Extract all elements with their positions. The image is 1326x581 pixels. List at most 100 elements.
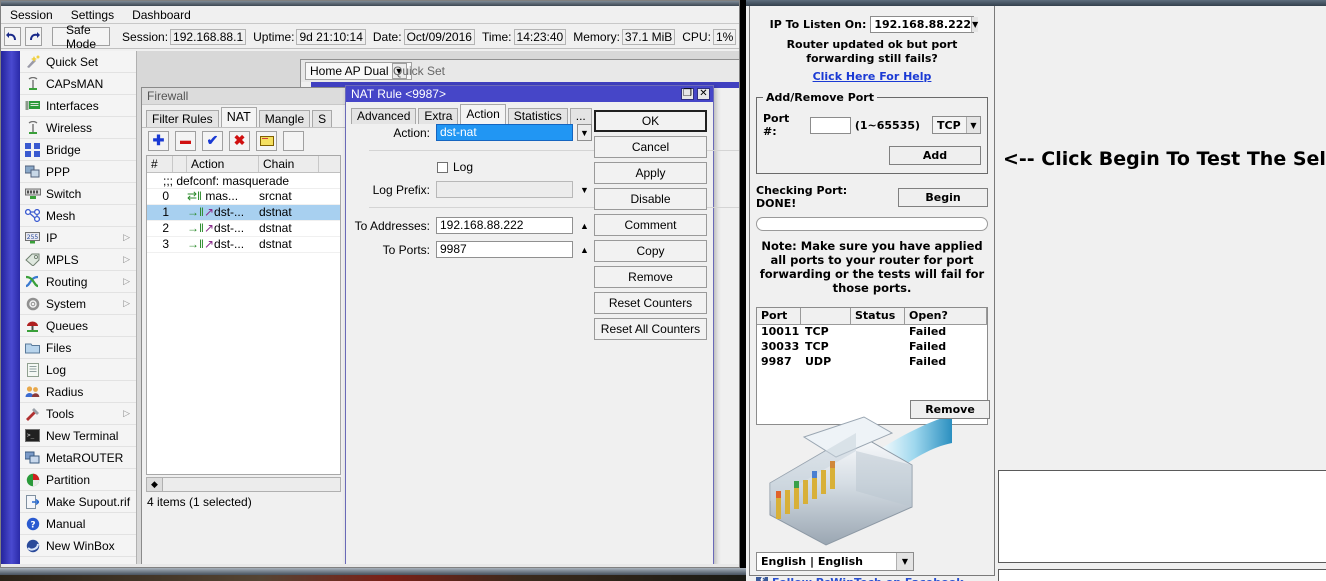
begin-button[interactable]: Begin [898,187,988,207]
pcwintech-log-panel[interactable] [998,470,1326,563]
remove-button[interactable]: Remove [594,266,707,288]
table-row[interactable]: 30033 TCP Failed [757,340,987,355]
chevron-down-icon[interactable]: ▼ [896,553,913,570]
tab-more[interactable]: ... [569,108,592,124]
log-checkbox[interactable] [437,161,448,173]
sidebar-item-switch[interactable]: Switch [20,183,136,205]
facebook-link-row[interactable]: f Follow PcWinTech on Facebook [756,576,964,581]
log-prefix-dropdown-icon[interactable]: ▼ [577,181,592,198]
sidebar-item-queues[interactable]: Queues [20,315,136,337]
sidebar-item-capsman[interactable]: CAPsMAN [20,73,136,95]
protocol-select[interactable]: TCP ▼ [932,116,981,134]
action-input[interactable]: dst-nat [436,124,573,141]
tab-advanced[interactable]: Advanced [351,108,417,124]
ok-button[interactable]: OK [594,110,707,132]
to-ports-input[interactable]: 9987 [436,241,573,258]
tab-statistics[interactable]: Statistics [507,108,568,124]
enable-icon[interactable]: ✔ [202,130,223,151]
undo-icon[interactable] [4,27,21,46]
scroll-left-icon[interactable]: ◆ [147,478,163,491]
firewall-nat-table[interactable]: # Action Chain ;;; defconf: masquerade 0… [146,155,341,475]
copy-button[interactable]: Copy [594,240,707,262]
sidebar-item-radius[interactable]: Radius [20,381,136,403]
sidebar-item-manual[interactable]: ? Manual [20,513,136,535]
to-addresses-expand-icon[interactable]: ▲ [577,217,592,234]
table-row[interactable]: 1 →‖↗dst-... dstnat [147,205,340,221]
filter-icon[interactable] [283,130,304,151]
sidebar-item-mpls[interactable]: MPLS ▷ [20,249,136,271]
disable-icon[interactable]: ✖ [229,130,250,151]
pcwintech-status-panel[interactable] [998,569,1326,581]
sidebar-item-routing[interactable]: Routing ▷ [20,271,136,293]
sidebar-item-ppp[interactable]: PPP [20,161,136,183]
firewall-title: Firewall [142,88,345,105]
table-row[interactable]: 9987 UDP Failed [757,355,987,370]
tab-nat[interactable]: NAT [220,107,257,127]
sidebar-item-make-supout-rif[interactable]: Make Supout.rif [20,491,136,513]
firewall-horizontal-scrollbar[interactable]: ◆ [146,477,341,492]
chevron-down-icon[interactable]: ▼ [966,117,980,133]
disable-button[interactable]: Disable [594,188,707,210]
menu-item-dashboard[interactable]: Dashboard [123,7,200,23]
menu-item-session[interactable]: Session [1,7,62,23]
remove-icon[interactable]: ▬ [175,130,196,151]
reset-counters-button[interactable]: Reset Counters [594,292,707,314]
sidebar-item-new-terminal[interactable]: >_ New Terminal [20,425,136,447]
tab-mangle[interactable]: Mangle [258,110,311,127]
sidebar-item-interfaces[interactable]: Interfaces [20,95,136,117]
table-row[interactable]: 0 ⇄‖ mas... srcnat [147,189,340,205]
remove-port-button[interactable]: Remove [910,400,990,419]
chevron-down-icon[interactable]: ▼ [971,17,979,32]
sidebar-item-partition[interactable]: Partition [20,469,136,491]
table-comment-row[interactable]: ;;; defconf: masquerade [147,173,340,189]
sidebar-item-tools[interactable]: Tools ▷ [20,403,136,425]
action-dropdown-icon[interactable]: ▼ [577,124,592,141]
sidebar-item-system[interactable]: System ▷ [20,293,136,315]
add-port-button[interactable]: Add [889,146,981,165]
session-value[interactable]: 192.168.88.1 [170,28,247,45]
column-open: Open? [905,308,987,324]
sidebar-item-ip[interactable]: 255 IP ▷ [20,227,136,249]
table-row[interactable]: 3 →‖↗dst-... dstnat [147,237,340,253]
comment-button[interactable]: Comment [594,214,707,236]
port-number-input[interactable] [809,116,851,134]
cancel-button[interactable]: Cancel [594,136,707,158]
sidebar-item-mesh[interactable]: Mesh [20,205,136,227]
to-ports-expand-icon[interactable]: ▲ [577,241,592,258]
add-icon[interactable]: ✚ [148,130,169,151]
add-remove-port-title: Add/Remove Port [766,91,874,104]
redo-icon[interactable] [25,27,42,46]
sidebar-item-log[interactable]: Log [20,359,136,381]
tab-filter-rules[interactable]: Filter Rules [146,110,219,127]
tab-quick-set[interactable]: Quick Set [393,64,445,78]
table-row[interactable]: 2 →‖↗dst-... dstnat [147,221,340,237]
metarouter-icon [24,450,41,466]
ip-to-listen-combo[interactable]: 192.168.88.222 ▼ [870,16,979,33]
row-num: 3 [162,237,169,251]
facebook-link-label[interactable]: Follow PcWinTech on Facebook [772,576,964,581]
sidebar-item-wireless[interactable]: Wireless [20,117,136,139]
comment-icon[interactable] [256,130,277,151]
to-addresses-input[interactable]: 192.168.88.222 [436,217,573,234]
apply-button[interactable]: Apply [594,162,707,184]
tab-service-ports[interactable]: S [312,110,333,127]
row-chain: dstnat [259,205,292,219]
nat-rule-title-bar[interactable]: NAT Rule <9987> ❐ ✕ [346,86,713,102]
reset-all-counters-button[interactable]: Reset All Counters [594,318,707,340]
column-chain: Chain [259,156,319,172]
language-select[interactable]: English | English ▼ [756,552,914,571]
table-row[interactable]: 10011 TCP Failed [757,325,987,340]
sidebar-item-quick-set[interactable]: Quick Set [20,51,136,73]
menu-item-settings[interactable]: Settings [62,7,123,23]
maximize-icon[interactable]: ❐ [681,88,694,100]
sidebar-item-bridge[interactable]: Bridge [20,139,136,161]
sidebar-item-metarouter[interactable]: MetaROUTER [20,447,136,469]
sidebar-item-files[interactable]: Files [20,337,136,359]
help-link[interactable]: Click Here For Help [813,70,932,83]
close-icon[interactable]: ✕ [697,88,710,100]
tab-extra[interactable]: Extra [418,108,459,124]
safe-mode-button[interactable]: Safe Mode [52,23,111,51]
log-prefix-input[interactable] [436,181,573,198]
tab-action[interactable]: Action [460,104,506,124]
sidebar-item-new-winbox[interactable]: New WinBox [20,535,136,557]
